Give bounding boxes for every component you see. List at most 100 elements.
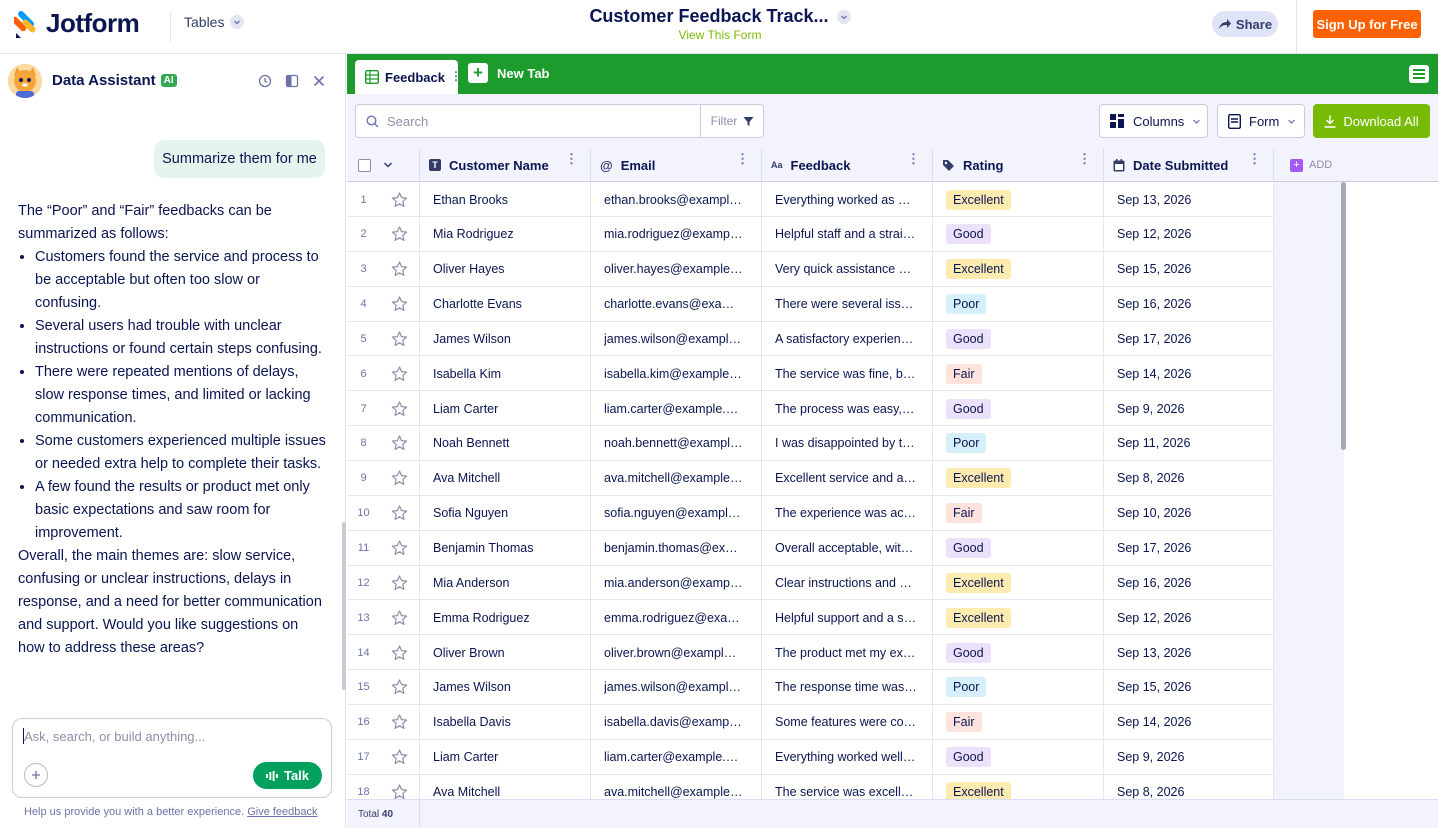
talk-button[interactable]: Talk <box>253 762 322 789</box>
table-row[interactable]: 17 Liam Carter liam.carter@example.com Ever… <box>347 739 1274 775</box>
cell-rating[interactable]: Good <box>933 530 1104 566</box>
cell-email[interactable]: oliver.hayes@example.com <box>591 251 762 287</box>
star-icon[interactable] <box>391 679 408 695</box>
cell-date-submitted[interactable]: Sep 12, 2026 <box>1104 600 1274 636</box>
cell-rating[interactable]: Excellent <box>933 600 1104 636</box>
cell-email[interactable]: ava.mitchell@example.com <box>591 460 762 496</box>
cell-customer-name[interactable]: James Wilson <box>420 321 591 357</box>
star-icon[interactable] <box>391 575 408 591</box>
cell-rating[interactable]: Fair <box>933 495 1104 531</box>
star-toggle[interactable] <box>380 600 420 636</box>
add-column-button[interactable]: + ADD <box>1274 148 1344 182</box>
cell-rating[interactable]: Excellent <box>933 182 1104 217</box>
cell-date-submitted[interactable]: Sep 9, 2026 <box>1104 739 1274 775</box>
star-toggle[interactable] <box>380 739 420 775</box>
cell-customer-name[interactable]: Ethan Brooks <box>420 182 591 217</box>
cell-email[interactable]: liam.carter@example.com <box>591 739 762 775</box>
tab-feedback[interactable]: Feedback ⋮ <box>355 60 462 94</box>
hamburger-menu-icon[interactable] <box>1409 65 1429 83</box>
cell-feedback[interactable]: Some features were confusing <box>762 704 933 740</box>
sign-up-button[interactable]: Sign Up for Free <box>1313 10 1421 38</box>
cell-feedback[interactable]: Everything worked well, thanks <box>762 739 933 775</box>
cell-customer-name[interactable]: Sofia Nguyen <box>420 495 591 531</box>
star-toggle[interactable] <box>380 251 420 287</box>
cell-feedback[interactable]: The product met my expectations <box>762 635 933 671</box>
table-row[interactable]: 8 Noah Bennett noah.bennett@example.com I w… <box>347 425 1274 461</box>
share-button[interactable]: Share <box>1212 11 1278 37</box>
star-icon[interactable] <box>391 331 408 347</box>
cell-date-submitted[interactable]: Sep 12, 2026 <box>1104 216 1274 252</box>
cell-date-submitted[interactable]: Sep 17, 2026 <box>1104 530 1274 566</box>
search-input[interactable]: Search Filter <box>355 104 764 138</box>
star-toggle[interactable] <box>380 182 420 217</box>
cell-rating[interactable]: Excellent <box>933 251 1104 287</box>
form-title[interactable]: Customer Feedback Track... <box>589 6 851 27</box>
chat-composer[interactable]: Ask, search, or build anything... Talk <box>12 718 332 798</box>
cell-date-submitted[interactable]: Sep 15, 2026 <box>1104 251 1274 287</box>
tables-menu-button[interactable]: Tables <box>184 14 245 30</box>
chevron-down-icon[interactable] <box>383 160 393 170</box>
chat-input-placeholder[interactable]: Ask, search, or build anything... <box>24 729 205 744</box>
star-icon[interactable] <box>391 226 408 242</box>
cell-rating[interactable]: Poor <box>933 286 1104 322</box>
table-row[interactable]: 9 Ava Mitchell ava.mitchell@example.com Exc… <box>347 460 1274 496</box>
star-toggle[interactable] <box>380 495 420 531</box>
cell-date-submitted[interactable]: Sep 14, 2026 <box>1104 704 1274 740</box>
star-toggle[interactable] <box>380 460 420 496</box>
table-row[interactable]: 14 Oliver Brown oliver.brown@example.com Th… <box>347 635 1274 671</box>
table-row[interactable]: 13 Emma Rodriguez emma.rodriguez@example.c… <box>347 600 1274 636</box>
history-icon[interactable] <box>257 73 273 89</box>
cell-rating[interactable]: Poor <box>933 669 1104 705</box>
cell-date-submitted[interactable]: Sep 9, 2026 <box>1104 391 1274 427</box>
tab-options-icon[interactable]: ⋮ <box>450 69 462 83</box>
give-feedback-link[interactable]: Give feedback <box>247 806 317 818</box>
cell-email[interactable]: oliver.brown@example.com <box>591 635 762 671</box>
cell-date-submitted[interactable]: Sep 14, 2026 <box>1104 356 1274 392</box>
cell-email[interactable]: james.wilson@example.com <box>591 321 762 357</box>
table-scrollbar[interactable] <box>1340 182 1347 802</box>
star-toggle[interactable] <box>380 530 420 566</box>
filter-button[interactable]: Filter <box>700 105 764 137</box>
cell-feedback[interactable]: I was disappointed by the delays <box>762 425 933 461</box>
star-icon[interactable] <box>391 714 408 730</box>
cell-date-submitted[interactable]: Sep 15, 2026 <box>1104 669 1274 705</box>
cell-feedback[interactable]: Excellent service and a smooth process <box>762 460 933 496</box>
columns-button[interactable]: Columns <box>1099 104 1208 138</box>
cell-customer-name[interactable]: Ava Mitchell <box>420 460 591 496</box>
cell-feedback[interactable]: A satisfactory experience overall <box>762 321 933 357</box>
star-icon[interactable] <box>391 366 408 382</box>
cell-customer-name[interactable]: Liam Carter <box>420 739 591 775</box>
star-icon[interactable] <box>391 470 408 486</box>
form-button[interactable]: Form <box>1217 104 1305 138</box>
cell-feedback[interactable]: Clear instructions and quick delivery <box>762 565 933 601</box>
cell-customer-name[interactable]: Emma Rodriguez <box>420 600 591 636</box>
title-chevron-icon[interactable] <box>836 9 851 24</box>
star-toggle[interactable] <box>380 286 420 322</box>
cell-feedback[interactable]: Overall acceptable, with minor issues <box>762 530 933 566</box>
cell-customer-name[interactable]: Liam Carter <box>420 391 591 427</box>
cell-email[interactable]: benjamin.thomas@example.com <box>591 530 762 566</box>
column-options-icon[interactable]: ⋮ <box>736 152 749 165</box>
cell-date-submitted[interactable]: Sep 17, 2026 <box>1104 321 1274 357</box>
cell-feedback[interactable]: Everything worked as expected <box>762 182 933 217</box>
cell-feedback[interactable]: Helpful staff and a straightforward proc… <box>762 216 933 252</box>
star-toggle[interactable] <box>380 425 420 461</box>
cell-feedback[interactable]: Helpful support and a smooth process <box>762 600 933 636</box>
cell-rating[interactable]: Poor <box>933 425 1104 461</box>
cell-email[interactable]: liam.carter@example.com <box>591 391 762 427</box>
star-icon[interactable] <box>391 400 408 417</box>
cell-date-submitted[interactable]: Sep 8, 2026 <box>1104 460 1274 496</box>
cell-email[interactable]: noah.bennett@example.com <box>591 425 762 461</box>
cell-date-submitted[interactable]: Sep 16, 2026 <box>1104 286 1274 322</box>
scrollbar-thumb[interactable] <box>1341 182 1346 450</box>
panel-layout-icon[interactable] <box>284 73 300 89</box>
cell-customer-name[interactable]: Oliver Hayes <box>420 251 591 287</box>
table-row[interactable]: 1 Ethan Brooks ethan.brooks@example.com Eve… <box>347 182 1274 217</box>
column-header-email[interactable]: @ Email ⋮ <box>591 148 762 182</box>
cell-date-submitted[interactable]: Sep 11, 2026 <box>1104 425 1274 461</box>
cell-customer-name[interactable]: Isabella Davis <box>420 704 591 740</box>
column-options-icon[interactable]: ⋮ <box>907 152 920 165</box>
cell-email[interactable]: charlotte.evans@example.com <box>591 286 762 322</box>
cell-date-submitted[interactable]: Sep 13, 2026 <box>1104 182 1274 217</box>
cell-email[interactable]: james.wilson@example.com <box>591 669 762 705</box>
